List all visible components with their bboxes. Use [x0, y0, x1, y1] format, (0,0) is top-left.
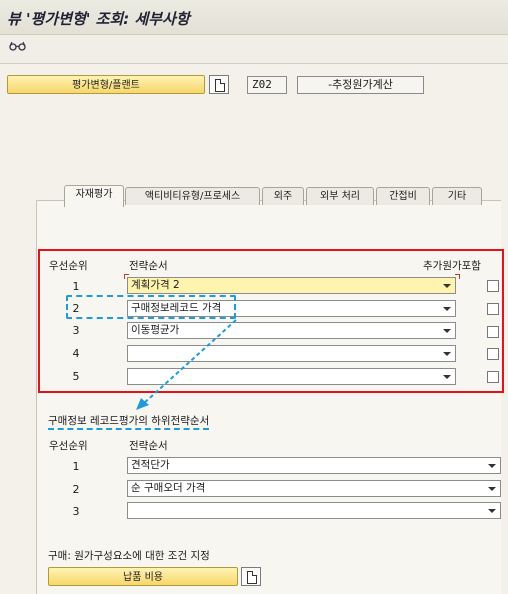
strategy-value-1: 계획가격 2 — [131, 279, 180, 291]
title-bar: 뷰 '평가변형' 조회: 세부사항 — [0, 0, 508, 35]
chevron-down-icon — [443, 284, 451, 288]
additional-cost-header: 추가원가포함 — [423, 260, 481, 272]
sub-strategy-dropdown-3[interactable] — [127, 502, 501, 519]
focus-corner — [124, 274, 129, 279]
tab-activity-type[interactable]: 액티비티유형/프로세스 — [125, 187, 260, 205]
chevron-down-icon — [443, 352, 451, 356]
priority-5: 5 — [72, 370, 80, 383]
document-icon[interactable] — [241, 567, 261, 586]
additional-cost-checkbox-4[interactable] — [487, 348, 499, 360]
chevron-down-icon — [443, 307, 451, 311]
strategy-dropdown-1[interactable]: 계획가격 2 — [127, 277, 456, 294]
sequence-header: 전략순서 — [129, 260, 168, 272]
tab-subcontracting[interactable]: 외주 — [262, 187, 304, 205]
sub-priority-1: 1 — [72, 460, 80, 473]
priority-1: 1 — [72, 280, 80, 293]
window-title: 뷰 '평가변형' 조회: 세부사항 — [7, 10, 190, 28]
delivery-costs-button[interactable]: 납품 비용 — [48, 567, 238, 586]
chevron-down-icon — [443, 375, 451, 379]
purchasing-condition-label: 구매: 원가구성요소에 대한 조건 지정 — [48, 550, 210, 562]
sub-sequence-header: 전략순서 — [129, 440, 168, 452]
annotation-highlight-box — [66, 295, 236, 319]
variant-description-field: -추정원가계산 — [297, 76, 424, 94]
document-icon[interactable] — [209, 75, 229, 94]
priority-4: 4 — [72, 347, 80, 360]
strategy-dropdown-3[interactable]: 이동평균가 — [127, 322, 456, 339]
strategy-dropdown-5[interactable] — [127, 368, 456, 385]
additional-cost-checkbox-3[interactable] — [487, 326, 499, 338]
sub-strategy-dropdown-1[interactable]: 견적단가 — [127, 457, 501, 474]
chevron-down-icon — [443, 329, 451, 333]
sub-strategy-title: 구매정보 레코드평가의 하위전략순서 — [48, 413, 210, 430]
tab-overhead[interactable]: 간접비 — [376, 187, 430, 205]
chevron-down-icon — [488, 464, 496, 468]
chevron-down-icon — [488, 487, 496, 491]
additional-cost-checkbox-2[interactable] — [487, 303, 499, 315]
tab-material-valuation[interactable]: 자재평가 — [64, 185, 124, 207]
priority-header: 우선순위 — [49, 260, 88, 272]
strategy-dropdown-4[interactable] — [127, 345, 456, 362]
valuation-variant-button[interactable]: 평가변형/플랜트 — [7, 75, 205, 94]
sub-strategy-value-1: 견적단가 — [131, 459, 170, 471]
sub-priority-2: 2 — [72, 483, 80, 496]
glasses-icon[interactable] — [9, 40, 26, 54]
focus-corner — [455, 274, 460, 279]
sub-strategy-value-2: 순 구매오더 가격 — [131, 482, 206, 494]
additional-cost-checkbox-1[interactable] — [487, 280, 499, 292]
sub-strategy-dropdown-2[interactable]: 순 구매오더 가격 — [127, 480, 501, 497]
tab-other[interactable]: 기타 — [432, 187, 482, 205]
variant-code-field: Z02 — [247, 76, 287, 94]
chevron-down-icon — [488, 509, 496, 513]
sub-priority-3: 3 — [72, 505, 80, 518]
additional-cost-checkbox-5[interactable] — [487, 371, 499, 383]
sub-priority-header: 우선순위 — [49, 440, 88, 452]
tab-external-processing[interactable]: 외부 처리 — [306, 187, 374, 205]
priority-3: 3 — [72, 324, 80, 337]
toolbar — [0, 35, 508, 64]
strategy-value-3: 이동평균가 — [131, 324, 180, 336]
